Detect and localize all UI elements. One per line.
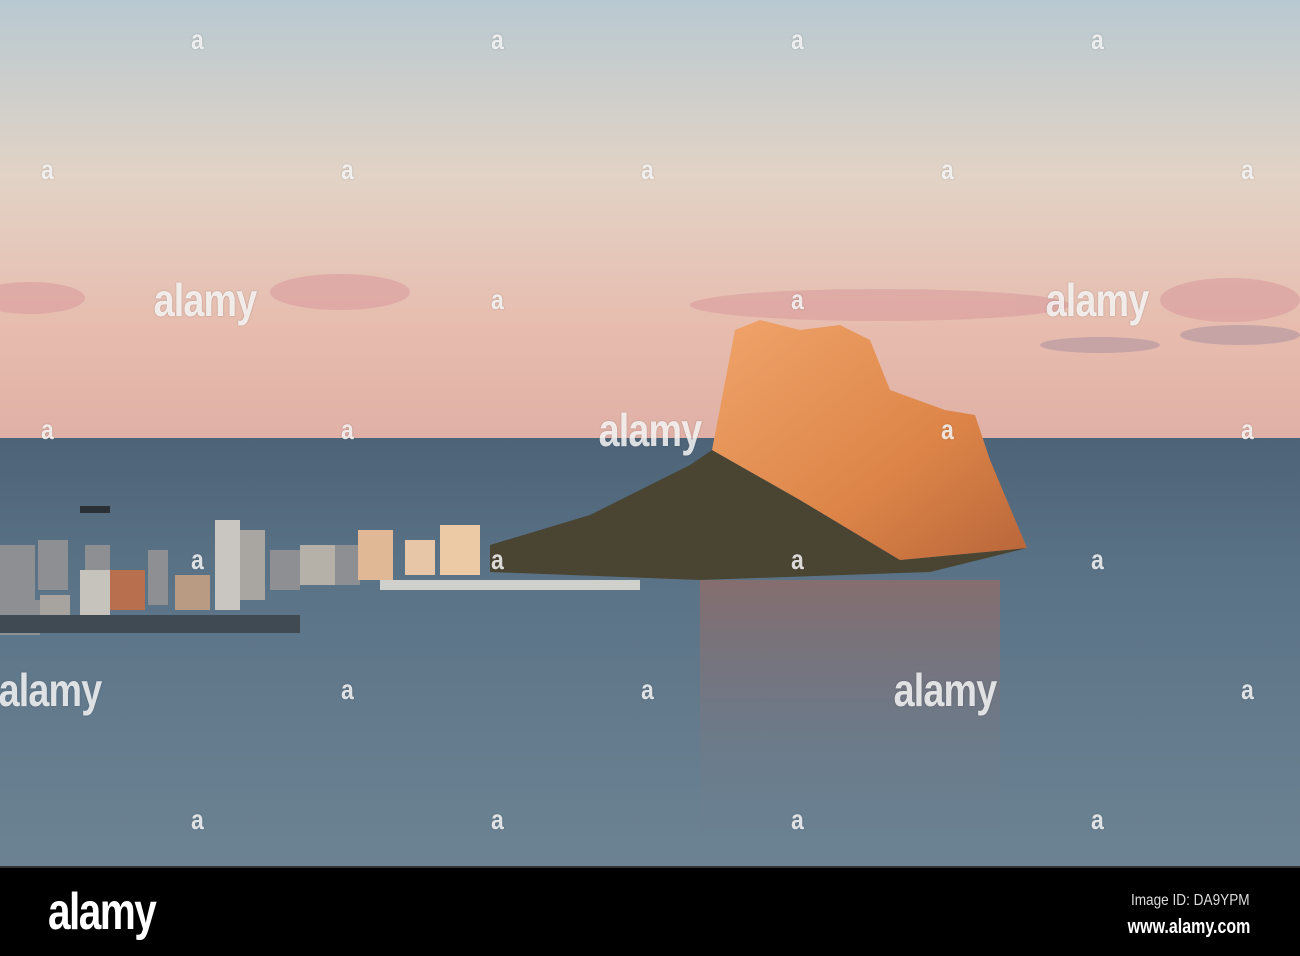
watermark-logo: alamy (893, 664, 998, 716)
watermark-glyph: a (41, 414, 54, 445)
watermark-glyph: a (791, 284, 804, 315)
watermark-glyph: a (641, 674, 654, 705)
watermark-glyph: a (191, 804, 204, 835)
photo: a a a a a a a a a alamy a a alamy a a al… (0, 0, 1300, 956)
watermark-glyph: a (191, 544, 204, 575)
watermark-glyph: a (1241, 674, 1254, 705)
watermark-glyph: a (1091, 544, 1104, 575)
watermark-glyph: a (41, 154, 54, 185)
watermark-glyph: a (791, 24, 804, 55)
watermark-glyph: a (941, 414, 954, 445)
watermark-glyph: a (341, 674, 354, 705)
site-url: www.alamy.com (1127, 916, 1250, 938)
watermark-glyph: a (491, 284, 504, 315)
image-id: Image ID: DA9YPM (1131, 892, 1250, 909)
watermark-glyph: a (491, 804, 504, 835)
watermark-logo: alamy (1045, 274, 1150, 326)
watermark-glyph: a (191, 24, 204, 55)
watermark-glyph: a (341, 154, 354, 185)
watermark-glyph: a (1091, 24, 1104, 55)
watermark-glyph: a (1241, 154, 1254, 185)
watermark-glyph: a (941, 154, 954, 185)
watermark-glyph: a (791, 544, 804, 575)
watermark-glyph: a (341, 414, 354, 445)
watermark-glyph: a (1091, 804, 1104, 835)
watermark-glyph: a (491, 24, 504, 55)
ship (80, 506, 110, 513)
alamy-logo: alamy (48, 883, 157, 941)
watermark-glyph: a (791, 804, 804, 835)
footer-bar: alamy Image ID: DA9YPM www.alamy.com (0, 866, 1300, 956)
watermark-logo: alamy (598, 404, 703, 456)
watermark-logo: alamy (153, 274, 258, 326)
watermark-glyph: a (491, 544, 504, 575)
sky (0, 0, 1300, 440)
watermark-logo: alamy (0, 664, 102, 716)
watermark-glyph: a (641, 154, 654, 185)
watermark-glyph: a (1241, 414, 1254, 445)
